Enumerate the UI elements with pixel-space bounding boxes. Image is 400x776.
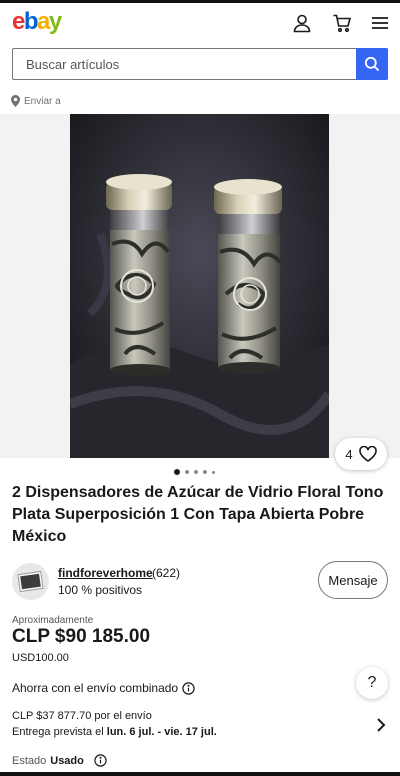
avatar[interactable] <box>12 563 49 600</box>
delivery-dates: lun. 6 jul. - vie. 17 jul. <box>106 726 217 738</box>
logo-letter-y: y <box>48 8 62 35</box>
item-condition: Estado Usado <box>12 754 107 767</box>
price-usd: USD100.00 <box>12 652 69 664</box>
menu-icon[interactable] <box>368 11 392 35</box>
gallery-dot[interactable] <box>174 469 180 475</box>
help-button[interactable]: ? <box>356 667 388 699</box>
ebay-logo[interactable]: ebay <box>12 8 62 35</box>
combined-shipping-label: Ahorra con el envío combinado <box>12 681 179 695</box>
shipping-cost: CLP $37 877.70 por el envío <box>12 710 152 722</box>
condition-value: Usado <box>50 754 84 767</box>
delivery-prefix: Entrega prevista el <box>12 726 104 738</box>
seller-name[interactable]: findforeverhome <box>58 566 153 580</box>
search-bar <box>12 48 388 80</box>
price: CLP $90 185.00 <box>12 626 151 647</box>
info-icon[interactable] <box>182 681 195 695</box>
heart-icon <box>358 446 377 462</box>
info-icon[interactable] <box>94 754 107 767</box>
logo-letter-a: a <box>37 8 50 35</box>
watch-count: 4 <box>345 446 353 462</box>
approx-label: Aproximadamente <box>12 615 94 626</box>
search-icon <box>364 56 380 72</box>
combined-shipping: Ahorra con el envío combinado <box>12 681 195 695</box>
condition-label: Estado <box>12 754 47 767</box>
seller-info: findforeverhome (622) 100 % positivos Me… <box>12 561 388 601</box>
location-pin-icon <box>11 95 20 107</box>
account-icon[interactable] <box>290 11 314 35</box>
delivery-estimate: Entrega prevista el lun. 6 jul. - vie. 1… <box>12 726 217 738</box>
seller-feedback-count: (622) <box>152 566 181 580</box>
message-button[interactable]: Mensaje <box>318 561 388 599</box>
header: ebay <box>0 3 400 43</box>
window-bottom-edge <box>0 772 400 776</box>
chevron-right-icon[interactable] <box>374 716 388 734</box>
gallery-dot[interactable] <box>203 470 207 474</box>
search-button[interactable] <box>356 48 388 80</box>
product-photo[interactable] <box>70 114 329 458</box>
image-gallery[interactable] <box>0 114 400 458</box>
listing-title: 2 Dispensadores de Azúcar de Vidrio Flor… <box>12 484 384 545</box>
gallery-dot[interactable] <box>194 470 198 474</box>
ship-to-label: Enviar a <box>24 95 61 107</box>
watch-button[interactable]: 4 <box>335 438 387 470</box>
gallery-dot[interactable] <box>212 470 215 474</box>
logo-letter-e: e <box>12 8 25 35</box>
cart-icon[interactable] <box>330 11 354 35</box>
logo-letter-b: b <box>23 8 39 35</box>
gallery-pagination <box>174 468 215 476</box>
gallery-dot[interactable] <box>185 470 189 474</box>
search-input[interactable] <box>13 49 357 79</box>
seller-feedback-percent: 100 % positivos <box>58 583 143 597</box>
ship-to[interactable]: Enviar a <box>11 93 61 109</box>
